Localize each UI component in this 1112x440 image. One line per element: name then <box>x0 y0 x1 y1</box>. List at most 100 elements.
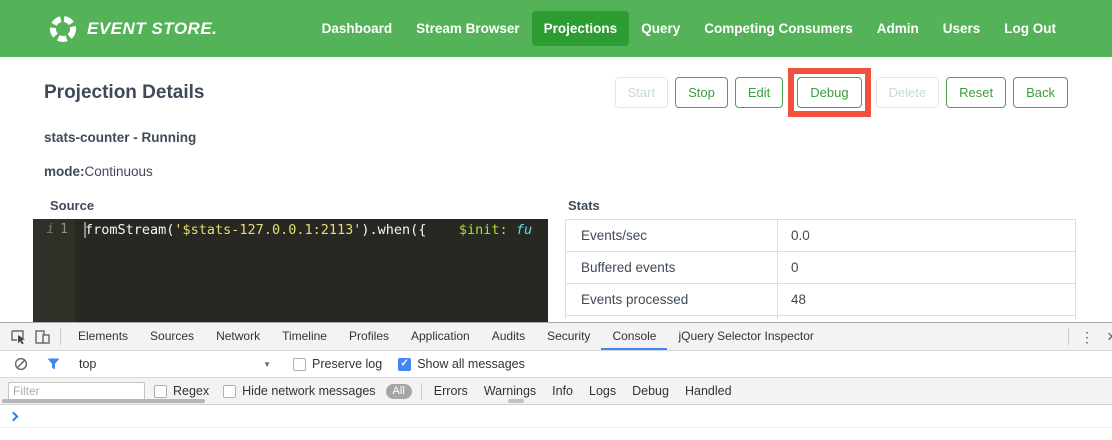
back-button[interactable]: Back <box>1013 77 1068 108</box>
screen: EVENT STORE. Dashboard Stream Browser Pr… <box>0 0 1112 440</box>
main-nav: Dashboard Stream Browser Projections Que… <box>310 11 1068 46</box>
gutter-line-number: 1 <box>60 222 68 241</box>
toolbar-divider <box>1068 328 1069 345</box>
toolbar-divider <box>60 328 61 345</box>
code-token: '$stats-127.0.0.1:2113' <box>174 222 361 238</box>
tab-network[interactable]: Network <box>205 323 271 350</box>
context-selector-value: top <box>79 357 96 371</box>
table-row: Events/sec 0.0 <box>566 220 1075 252</box>
chevron-down-icon: ▼ <box>263 360 271 369</box>
stat-value: 0.0 <box>778 228 810 243</box>
stat-name: Events/sec <box>566 220 778 251</box>
filter-level-warnings[interactable]: Warnings <box>476 384 544 398</box>
tab-console[interactable]: Console <box>601 323 667 350</box>
checkbox-unchecked-icon[interactable] <box>223 385 236 398</box>
content-columns: Source i 1 fromStream('$stats-127.0.0.1:… <box>0 198 1112 322</box>
table-row-partial <box>566 316 1075 319</box>
more-options-icon[interactable]: ⋮ <box>1075 326 1099 348</box>
checkbox-unchecked-icon[interactable] <box>293 358 306 371</box>
close-devtools-icon[interactable]: × <box>1099 327 1112 347</box>
clear-console-icon[interactable] <box>9 353 33 375</box>
regex-label: Regex <box>173 384 209 398</box>
checkbox-checked-icon[interactable]: ✓ <box>398 358 411 371</box>
delete-button: Delete <box>876 77 940 108</box>
brand-name: EVENT STORE. <box>87 19 217 39</box>
reset-button[interactable]: Reset <box>946 77 1006 108</box>
filter-level-all-badge[interactable]: All <box>386 384 412 399</box>
tab-audits[interactable]: Audits <box>481 323 536 350</box>
devtools-right-controls: ⋮ × <box>1062 326 1112 348</box>
tab-sources[interactable]: Sources <box>139 323 205 350</box>
code-token <box>426 222 459 238</box>
filter-level-errors[interactable]: Errors <box>426 384 476 398</box>
filter-input[interactable] <box>8 382 145 401</box>
source-label: Source <box>33 198 548 213</box>
hide-network-messages-label: Hide network messages <box>242 384 375 398</box>
toolbar-divider <box>421 383 422 400</box>
nav-stream-browser[interactable]: Stream Browser <box>404 11 532 46</box>
table-row: Events processed 48 <box>566 284 1075 316</box>
source-code-editor[interactable]: i 1 fromStream('$stats-127.0.0.1:2113').… <box>33 219 548 322</box>
console-toolbar: top ▼ Preserve log ✓ Show all messages <box>0 351 1112 378</box>
start-button: Start <box>615 77 668 108</box>
preserve-log-checkbox[interactable]: Preserve log <box>293 357 382 371</box>
tab-application[interactable]: Application <box>400 323 481 350</box>
console-filter-bar: Regex Hide network messages All Errors W… <box>0 378 1112 405</box>
source-section: Source i 1 fromStream('$stats-127.0.0.1:… <box>33 198 548 322</box>
nav-admin[interactable]: Admin <box>865 11 931 46</box>
tab-jquery-selector-inspector[interactable]: jQuery Selector Inspector <box>667 323 824 350</box>
code-token: fromStream( <box>85 222 174 238</box>
nav-users[interactable]: Users <box>931 11 993 46</box>
tab-profiles[interactable]: Profiles <box>338 323 400 350</box>
app-header: EVENT STORE. Dashboard Stream Browser Pr… <box>0 0 1112 57</box>
devtools-panel: Elements Sources Network Timeline Profil… <box>0 322 1112 440</box>
hide-network-messages-checkbox[interactable]: Hide network messages <box>223 384 375 398</box>
stats-section: Stats Events/sec 0.0 Buffered events 0 E… <box>565 198 1076 319</box>
gutter-info-icon: i <box>46 222 54 241</box>
tab-elements[interactable]: Elements <box>67 323 139 350</box>
stat-value: 48 <box>778 292 806 307</box>
editor-gutter: i 1 <box>33 219 75 322</box>
debug-button[interactable]: Debug <box>797 77 861 108</box>
stats-table: Events/sec 0.0 Buffered events 0 Events … <box>565 219 1076 319</box>
inspect-element-icon[interactable] <box>6 326 30 348</box>
main-content: Projection Details Start Stop Edit Debug… <box>0 57 1112 322</box>
device-toolbar-icon[interactable] <box>30 326 54 348</box>
horizontal-scrollbar-thumb[interactable] <box>2 399 205 403</box>
stat-value: 0 <box>778 260 799 275</box>
execution-context-selector[interactable]: top ▼ <box>79 357 271 371</box>
editor-code-area[interactable]: fromStream('$stats-127.0.0.1:2113').when… <box>75 219 548 322</box>
projection-status: stats-counter - Running <box>44 130 1068 145</box>
show-all-messages-checkbox[interactable]: ✓ Show all messages <box>398 357 525 371</box>
console-output[interactable] <box>0 405 1112 440</box>
nav-log-out[interactable]: Log Out <box>992 11 1068 46</box>
title-row: Projection Details Start Stop Edit Debug… <box>44 77 1068 108</box>
mode-value: Continuous <box>85 164 153 179</box>
code-token: ).when({ <box>361 222 426 238</box>
regex-checkbox[interactable]: Regex <box>154 384 209 398</box>
show-all-messages-label: Show all messages <box>417 357 525 371</box>
console-prompt-icon <box>9 412 19 422</box>
editor-caret <box>84 222 86 238</box>
tab-security[interactable]: Security <box>536 323 601 350</box>
preserve-log-label: Preserve log <box>312 357 382 371</box>
code-token: fu <box>516 222 532 238</box>
tab-timeline[interactable]: Timeline <box>271 323 338 350</box>
filter-level-debug[interactable]: Debug <box>624 384 677 398</box>
nav-projections[interactable]: Projections <box>532 11 630 46</box>
stat-name: Events processed <box>566 284 778 315</box>
filter-icon[interactable] <box>41 353 65 375</box>
nav-query[interactable]: Query <box>629 11 692 46</box>
nav-competing-consumers[interactable]: Competing Consumers <box>692 11 865 46</box>
filter-level-logs[interactable]: Logs <box>581 384 624 398</box>
edit-button[interactable]: Edit <box>735 77 783 108</box>
checkbox-unchecked-icon[interactable] <box>154 385 167 398</box>
stat-name: Buffered events <box>566 252 778 283</box>
filter-level-handled[interactable]: Handled <box>677 384 740 398</box>
stop-button[interactable]: Stop <box>675 77 728 108</box>
horizontal-scrollbar-stub <box>508 399 524 403</box>
action-button-group: Start Stop Edit Debug Delete Reset Back <box>615 77 1068 108</box>
console-prompt-row[interactable] <box>0 405 1112 428</box>
nav-dashboard[interactable]: Dashboard <box>310 11 405 46</box>
filter-level-info[interactable]: Info <box>544 384 581 398</box>
